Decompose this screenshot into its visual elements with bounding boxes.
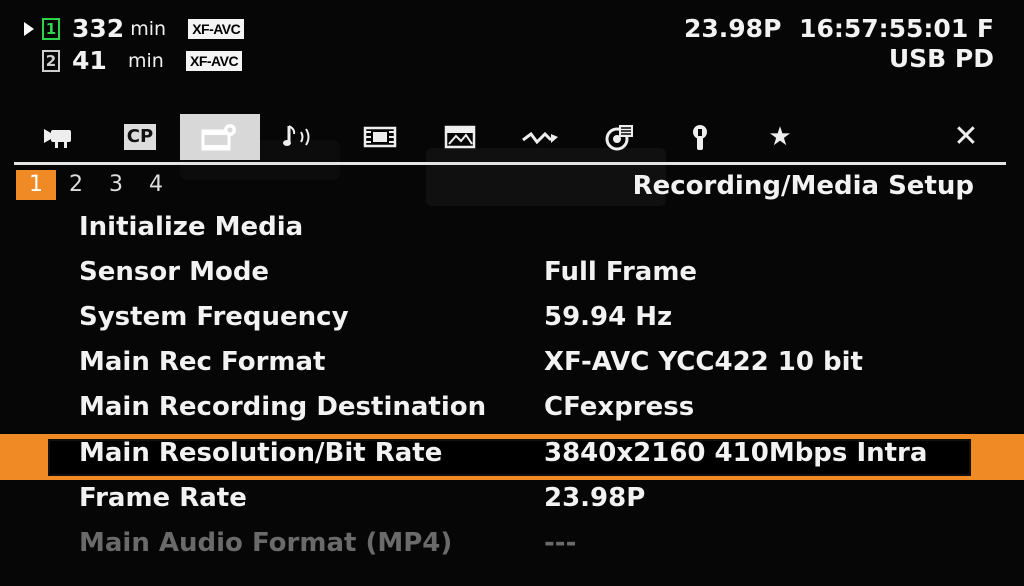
tab-recording-media[interactable]: [180, 114, 260, 160]
menu-item-main-resolution-bit-rate[interactable]: Main Resolution/Bit Rate 3840x2160 410Mb…: [0, 434, 1024, 480]
tab-my-menu[interactable]: ★: [740, 114, 820, 160]
camera-icon: [43, 124, 77, 150]
menu-item-main-audio-format: Main Audio Format (MP4) ---: [0, 524, 1024, 569]
page-title: Recording/Media Setup: [632, 171, 974, 201]
remaining-minutes: 332: [72, 14, 125, 43]
custom-picture-icon: CP: [124, 124, 156, 150]
tab-assist[interactable]: [420, 114, 500, 160]
tab-audio[interactable]: [260, 114, 340, 160]
play-icon: [24, 21, 34, 36]
wrench-icon: [685, 123, 715, 151]
page-selector: 1 2 3 4: [16, 170, 176, 200]
media-slot-1-status: 1 332 min XF-AVC: [24, 14, 245, 43]
power-source-readout: USB PD: [888, 44, 994, 73]
menu-item-value: 59.94 Hz: [544, 302, 673, 332]
menu-item-label: Main Rec Format: [79, 347, 326, 377]
menu-item-value: XF-AVC YCC422 10 bit: [544, 347, 863, 377]
frame-rate-readout: 23.98P: [684, 14, 782, 43]
minutes-unit: min: [130, 17, 167, 40]
menu-item-label: Main Audio Format (MP4): [79, 528, 453, 558]
card-slot-1-icon: 1: [42, 17, 60, 40]
tab-divider: [14, 162, 1006, 165]
card-slot-2-icon: 2: [42, 49, 60, 72]
recording-media-setup-icon: [200, 121, 240, 153]
menu-item-label: Main Resolution/Bit Rate: [79, 438, 443, 468]
menu-item-value: CFexpress: [544, 392, 695, 422]
tab-close[interactable]: ✕: [926, 114, 1006, 160]
assistance-functions-icon: [443, 124, 477, 150]
timecode-readout: 16:57:55:01 F: [799, 14, 994, 43]
status-bar: 1 332 min XF-AVC 2 41 min XF-AVC 23.98P …: [0, 0, 1024, 80]
page-4[interactable]: 4: [136, 170, 176, 200]
page-3[interactable]: 3: [96, 170, 136, 200]
tab-maintenance[interactable]: [660, 114, 740, 160]
star-icon: ★: [768, 122, 792, 152]
menu-tabs: CP ★ ✕: [20, 114, 1006, 162]
menu-item-frame-rate[interactable]: Frame Rate 23.98P: [0, 479, 1024, 524]
menu-item-label: System Frequency: [79, 302, 349, 332]
page-1[interactable]: 1: [16, 170, 56, 200]
tab-network[interactable]: [500, 114, 580, 160]
menu-item-label: Initialize Media: [79, 212, 304, 242]
menu-item-value: Full Frame: [544, 257, 698, 287]
menu-item-value: 3840x2160 410Mbps Intra: [544, 438, 928, 468]
format-badge: XF-AVC: [188, 18, 245, 39]
network-icon: [520, 124, 560, 150]
close-icon: ✕: [953, 119, 979, 154]
remaining-minutes: 41: [72, 46, 107, 75]
tab-video[interactable]: [340, 114, 420, 160]
menu-item-sensor-mode[interactable]: Sensor Mode Full Frame: [0, 253, 1024, 298]
media-slot-2-status: 2 41 min XF-AVC: [24, 46, 243, 75]
system-setup-icon: [603, 123, 637, 151]
menu-item-main-rec-format[interactable]: Main Rec Format XF-AVC YCC422 10 bit: [0, 343, 1024, 388]
film-icon: [363, 124, 397, 150]
format-badge: XF-AVC: [186, 50, 243, 71]
tab-camera[interactable]: [20, 114, 100, 160]
menu-item-system-frequency[interactable]: System Frequency 59.94 Hz: [0, 298, 1024, 343]
audio-icon: [283, 124, 317, 150]
menu-item-label: Frame Rate: [79, 483, 247, 513]
menu-item-value: ---: [544, 528, 577, 558]
menu-item-main-recording-destination[interactable]: Main Recording Destination CFexpress: [0, 388, 1024, 433]
tab-system[interactable]: [580, 114, 660, 160]
menu-item-label: Main Recording Destination: [79, 392, 487, 422]
page-2[interactable]: 2: [56, 170, 96, 200]
minutes-unit: min: [128, 49, 164, 72]
menu-item-initialize-media[interactable]: Initialize Media: [0, 208, 1024, 253]
tab-cp[interactable]: CP: [100, 114, 180, 160]
menu-item-label: Sensor Mode: [79, 257, 270, 287]
menu-item-value: 23.98P: [544, 483, 646, 513]
